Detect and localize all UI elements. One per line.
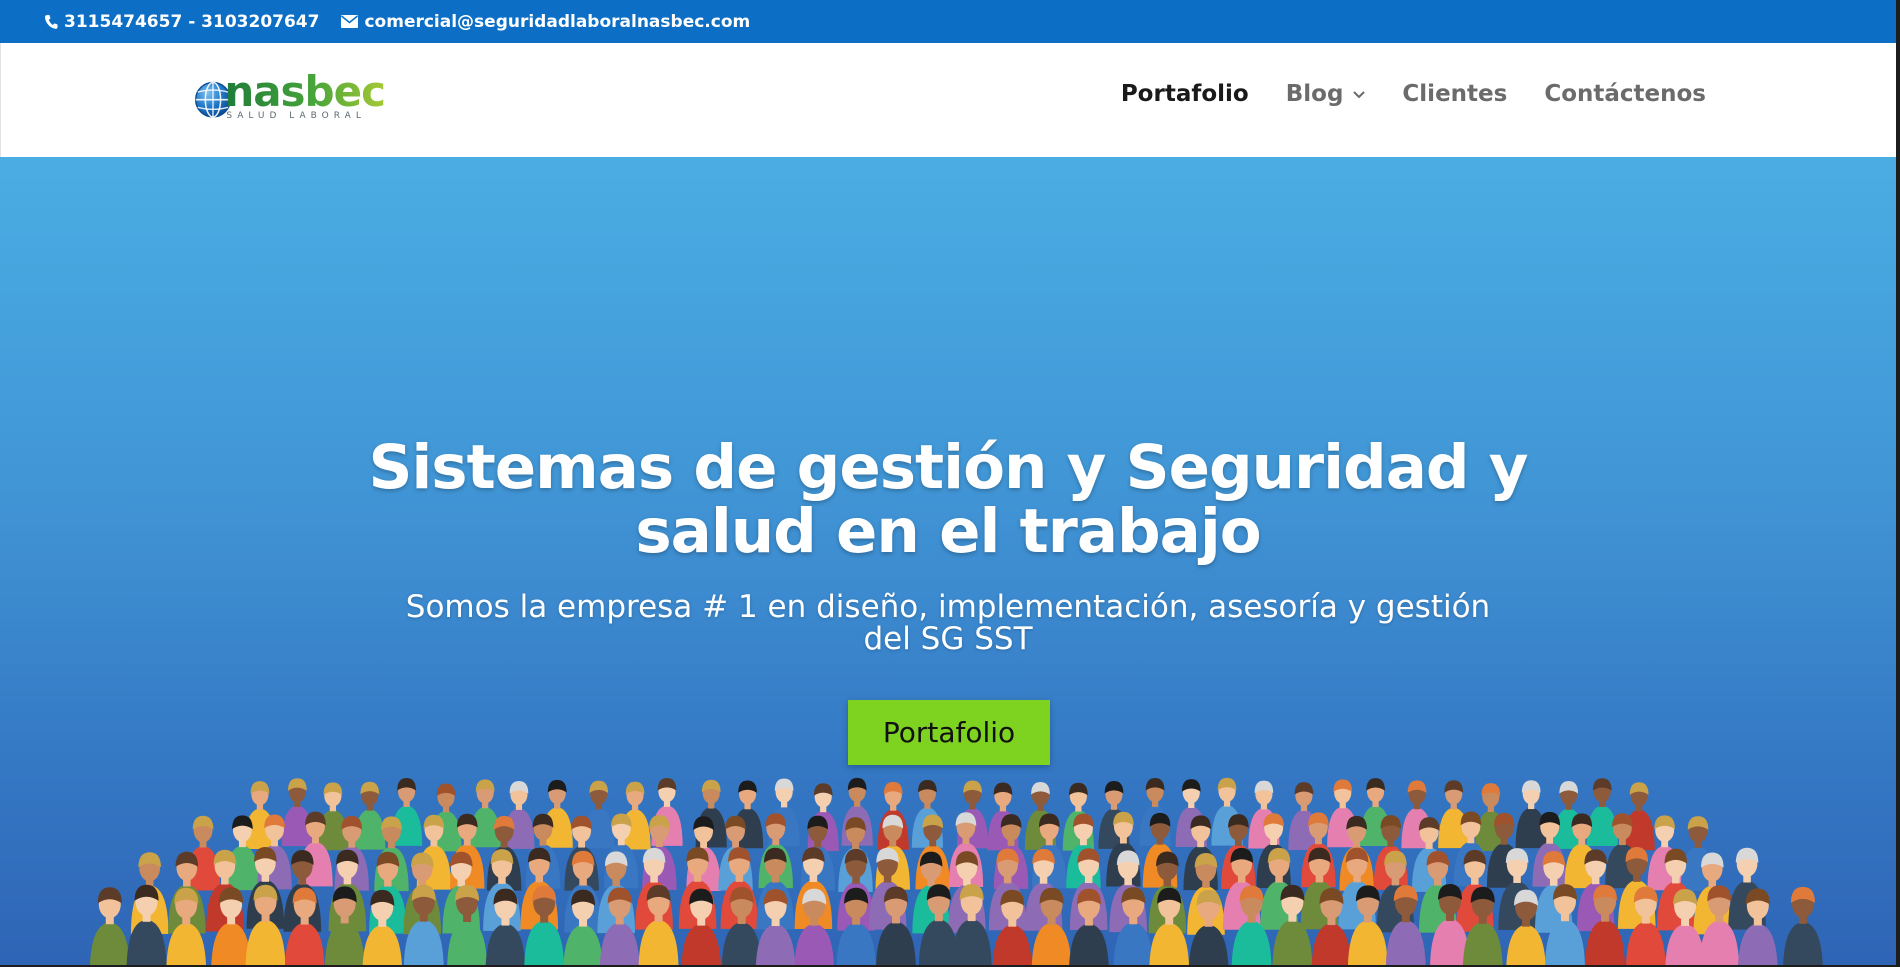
nav-item-label: Clientes [1402, 81, 1508, 107]
brand-name: nasbec [224, 67, 386, 116]
page: 3115474657 - 3103207647 comercial@seguri… [0, 0, 1900, 967]
nav-item-label: Blog [1285, 81, 1344, 107]
crowd-person [1515, 780, 1547, 849]
nav-item-contactenos[interactable]: Contáctenos [1544, 81, 1706, 107]
logo-wordmark: nasbec SALUD LABORAL [224, 67, 386, 122]
crowd-person [281, 778, 313, 847]
brand-tagline: SALUD LABORAL [226, 111, 366, 121]
window-edge [1896, 0, 1900, 967]
envelope-icon [341, 15, 359, 28]
email-contact[interactable]: comercial@seguridadlaboralnasbec.com [341, 12, 750, 32]
site-header: nasbec SALUD LABORAL Portafolio Blog Cli… [0, 43, 1900, 157]
nav-item-label: Portafolio [1120, 81, 1249, 107]
nav-item-label: Contáctenos [1544, 81, 1706, 107]
email-address: comercial@seguridadlaboralnasbec.com [364, 11, 751, 32]
crowd-person [469, 779, 501, 848]
crowd-person [1783, 886, 1823, 967]
hero-subtitle: Somos la empresa # 1 en diseño, implemen… [405, 589, 1491, 657]
crowd-illustration [89, 777, 1823, 967]
top-info-bar: 3115474657 - 3103207647 comercial@seguri… [0, 0, 1900, 43]
chevron-down-icon [1353, 91, 1366, 99]
hero-title: Sistemas de gestión y Seguridad y salud … [368, 432, 1528, 567]
phone-contact[interactable]: 3115474657 - 3103207647 [44, 12, 319, 32]
phone-icon [44, 14, 58, 29]
crowd-person [89, 887, 130, 967]
crowd-person [354, 781, 386, 850]
nav-item-blog[interactable]: Blog [1286, 81, 1366, 107]
portafolio-cta-button[interactable]: Portafolio [848, 700, 1050, 765]
phone-numbers: 3115474657 - 3103207647 [64, 11, 320, 32]
nav-item-portafolio[interactable]: Portafolio [1121, 81, 1249, 107]
nasbec-logo[interactable]: nasbec SALUD LABORAL [195, 67, 386, 131]
nav-item-clientes[interactable]: Clientes [1402, 81, 1507, 107]
main-nav: Portafolio Blog Clientes Contáctenos [1084, 81, 1706, 107]
hero-section: Sistemas de gestión y Seguridad y salud … [0, 157, 1900, 967]
crowd-person [1586, 778, 1618, 847]
